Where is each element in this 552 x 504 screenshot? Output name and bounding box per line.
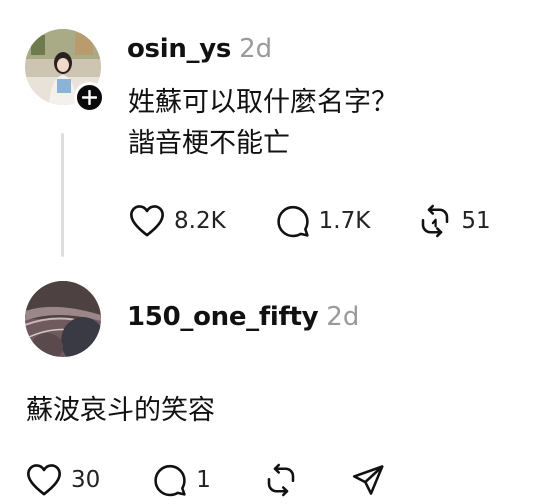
post-actions: 8.2K 1.7K 51 (128, 203, 491, 239)
post-text: 姓蘇可以取什麼名字？ 諧音梗不能亡 (128, 82, 398, 164)
share-icon (352, 465, 384, 495)
timestamp: 2d (239, 34, 273, 64)
post-text: 蘇波哀斗的笑容 (26, 395, 215, 426)
repost-count: 51 (461, 208, 491, 234)
heart-icon (130, 205, 164, 237)
repost-icon (267, 463, 295, 497)
plus-icon (82, 90, 97, 105)
reply-button[interactable]: 1 (152, 462, 211, 498)
comment-icon (276, 205, 309, 238)
username[interactable]: osin_ys (127, 34, 231, 64)
reply-count: 1.7K (318, 208, 371, 234)
reply-count: 1 (196, 467, 211, 493)
like-count: 30 (71, 467, 101, 493)
post-text-line: 諧音梗不能亡 (128, 128, 290, 159)
repost-button[interactable]: 51 (417, 203, 491, 239)
username[interactable]: 150_one_fifty (127, 302, 319, 332)
follow-button[interactable] (74, 82, 105, 113)
timestamp: 2d (326, 302, 360, 332)
post-actions: 30 1 (25, 462, 386, 498)
like-button[interactable]: 8.2K (128, 203, 226, 239)
post-header: 150_one_fifty 2d (127, 302, 359, 332)
thread-line (61, 133, 64, 257)
repost-button[interactable] (263, 462, 299, 498)
comment-icon (154, 464, 186, 497)
post-header: osin_ys 2d (127, 34, 272, 64)
share-button[interactable] (350, 462, 386, 498)
repost-icon (422, 204, 449, 238)
reply-button[interactable]: 1.7K (275, 203, 371, 239)
heart-icon (27, 464, 61, 496)
avatar[interactable] (25, 281, 101, 357)
like-button[interactable]: 30 (25, 462, 100, 498)
like-count: 8.2K (174, 208, 226, 234)
avatar-photo (25, 281, 101, 357)
post-text-line: 姓蘇可以取什麼名字？ (128, 87, 398, 118)
